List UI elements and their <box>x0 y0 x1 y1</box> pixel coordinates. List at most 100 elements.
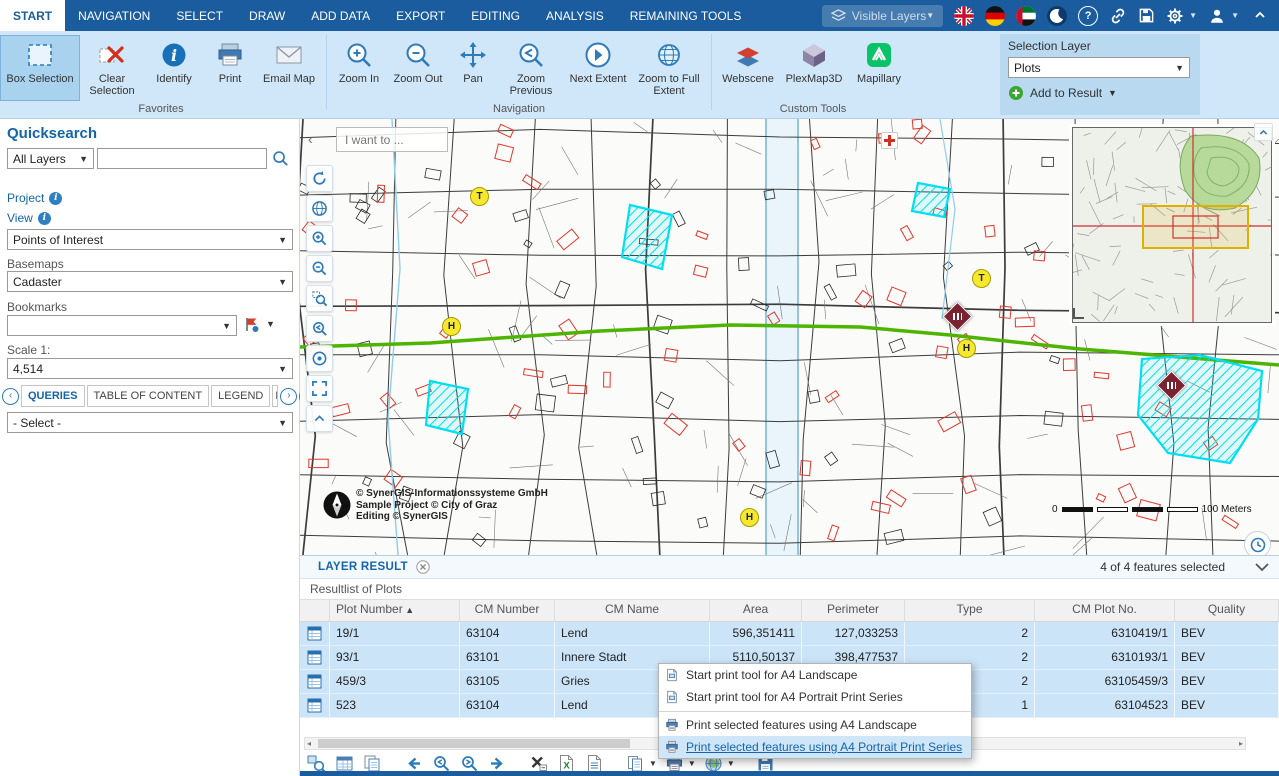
clear-selection-button[interactable]: Clear Selection <box>80 35 144 101</box>
tab-queries[interactable]: QUERIES <box>21 385 85 407</box>
chevron-down-icon[interactable]: ▼ <box>1231 11 1239 20</box>
query-select-dropdown[interactable]: - Select -▼ <box>7 412 293 433</box>
scrollbar-thumb[interactable] <box>318 739 630 748</box>
info-icon[interactable]: i <box>49 192 62 205</box>
zoom-back-button[interactable] <box>306 315 333 342</box>
tab-scroll-right-icon[interactable]: › <box>280 388 297 405</box>
next-extent-button[interactable]: Next Extent <box>565 35 631 101</box>
bookmarks-dropdown[interactable]: ▼ <box>7 315 237 336</box>
quicksearch-input[interactable] <box>97 148 267 169</box>
help-icon[interactable]: ? <box>1078 6 1098 26</box>
basemap-dropdown[interactable]: Cadaster▼ <box>7 271 293 292</box>
add-bookmark-icon[interactable] <box>243 316 260 333</box>
webscene-button[interactable]: Webscene <box>716 35 780 101</box>
column-header-cm-plot-no-[interactable]: CM Plot No. <box>1035 600 1175 621</box>
column-header-quality[interactable]: Quality <box>1175 600 1279 621</box>
context-menu-item[interactable]: Print selected features using A4 Portrai… <box>659 736 971 758</box>
default-tool-target-icon[interactable] <box>306 345 333 372</box>
menu-tab-remaining-tools[interactable]: REMAINING TOOLS <box>617 0 755 31</box>
overview-resize-handle[interactable] <box>1073 307 1085 319</box>
context-menu-item[interactable]: Print selected features using A4 Landsca… <box>659 714 971 736</box>
add-to-result-button[interactable]: Add to Result ▼ <box>1008 85 1192 101</box>
flag-uk-icon[interactable] <box>954 6 974 26</box>
panel-collapse-chevron-icon[interactable] <box>1254 123 1273 141</box>
collapse-panel-chevron-icon[interactable] <box>1255 563 1269 572</box>
bookmark-menu-caret-icon[interactable]: ▼ <box>266 319 275 329</box>
chevron-down-icon[interactable]: ▼ <box>649 759 657 768</box>
zoom-out-button[interactable]: Zoom Out <box>387 35 449 101</box>
tab-l[interactable]: L <box>272 385 278 407</box>
context-menu-item[interactable]: Start print tool for A4 Portrait Print S… <box>659 686 971 708</box>
i-want-to-search[interactable]: I want to ... <box>336 127 448 152</box>
tab-scroll-left-icon[interactable]: ‹ <box>2 388 19 405</box>
collapse-toolbar-chevron-icon[interactable] <box>306 405 333 432</box>
column-header-cm-name[interactable]: CM Name <box>555 600 710 621</box>
visible-layers-button[interactable]: Visible Layers ▼ <box>822 5 943 27</box>
poi-marker-h[interactable]: H <box>442 317 461 336</box>
identify-button[interactable]: i Identify <box>144 35 204 101</box>
menu-tab-draw[interactable]: DRAW <box>236 0 298 31</box>
globe-coordinates-button[interactable] <box>306 195 333 222</box>
flag-germany-icon[interactable] <box>985 6 1005 26</box>
tab-table-of-content[interactable]: TABLE OF CONTENT <box>87 385 210 407</box>
row-detail-form-icon[interactable] <box>300 670 330 693</box>
map-viewport[interactable]: ‹ I want to ... © SynerGIS-Informationss… <box>300 119 1279 555</box>
scale-dropdown[interactable]: 4,514▼ <box>7 358 293 379</box>
scroll-left-arrow-icon[interactable]: ◂ <box>307 738 311 749</box>
share-link-icon[interactable] <box>1109 7 1127 25</box>
time-slider-clock-icon[interactable] <box>1244 531 1271 555</box>
poi-marker-h[interactable]: H <box>957 339 976 358</box>
menu-tab-editing[interactable]: EDITING <box>458 0 533 31</box>
row-detail-form-icon[interactable] <box>300 694 330 717</box>
plexmap3d-button[interactable]: PlexMap3D <box>780 35 848 101</box>
poi-marker-t[interactable]: T <box>972 269 991 288</box>
info-icon[interactable]: i <box>38 212 51 225</box>
row-detail-form-icon[interactable] <box>300 622 330 645</box>
scroll-right-arrow-icon[interactable]: ▸ <box>1239 738 1243 749</box>
search-icon[interactable] <box>272 150 289 167</box>
pan-button[interactable]: Pan <box>449 35 497 101</box>
full-extent-arrows-icon[interactable] <box>306 375 333 402</box>
menu-tab-navigation[interactable]: NAVIGATION <box>65 0 163 31</box>
menu-tab-add-data[interactable]: ADD DATA <box>298 0 383 31</box>
column-header-perimeter[interactable]: Perimeter <box>802 600 905 621</box>
flag-uae-icon[interactable] <box>1016 6 1036 26</box>
poi-marker-t[interactable]: T <box>470 187 489 206</box>
print-button[interactable]: Print <box>204 35 256 101</box>
dark-mode-moon-icon[interactable] <box>1047 6 1067 26</box>
view-dropdown[interactable]: Points of Interest▼ <box>7 229 293 250</box>
table-row[interactable]: 19/163104Lend596,351411127,0332532631041… <box>300 622 1279 646</box>
chevron-down-icon[interactable]: ▼ <box>688 759 696 768</box>
selection-layer-dropdown[interactable]: Plots▼ <box>1008 57 1190 78</box>
view-link[interactable]: Viewi <box>7 211 51 225</box>
column-header-plot-number[interactable]: Plot Number ▲ <box>330 600 460 621</box>
map-zoom-out-button[interactable] <box>306 255 333 282</box>
column-header-cm-number[interactable]: CM Number <box>460 600 555 621</box>
chevron-down-icon[interactable]: ▼ <box>727 759 735 768</box>
map-zoom-in-button[interactable] <box>306 225 333 252</box>
menu-tab-export[interactable]: EXPORT <box>383 0 458 31</box>
column-header-type[interactable]: Type <box>905 600 1035 621</box>
row-detail-form-icon[interactable] <box>300 646 330 669</box>
refresh-map-button[interactable] <box>306 165 333 192</box>
layer-filter-dropdown[interactable]: All Layers▼ <box>7 148 94 169</box>
box-selection-button[interactable]: Box Selection <box>0 35 80 101</box>
zoom-in-button[interactable]: Zoom In <box>331 35 387 101</box>
menu-tab-start[interactable]: START <box>0 0 65 31</box>
save-session-icon[interactable] <box>1138 7 1155 24</box>
settings-gear-icon[interactable] <box>1166 7 1184 25</box>
context-menu-item[interactable]: Start print tool for A4 Landscape <box>659 664 971 686</box>
email-map-button[interactable]: Email Map <box>256 35 322 101</box>
menu-tab-select[interactable]: SELECT <box>163 0 236 31</box>
overview-map[interactable] <box>1072 127 1272 323</box>
sidebar-collapse-chevron-icon[interactable]: ‹ <box>308 131 313 147</box>
collapse-ribbon-chevron-icon[interactable] <box>1253 8 1267 22</box>
tab-legend[interactable]: LEGEND <box>211 385 270 407</box>
mapillary-button[interactable]: Mapillary <box>848 35 910 101</box>
zoom-previous-button[interactable]: Zoom Previous <box>497 35 565 101</box>
close-icon[interactable] <box>416 560 430 574</box>
poi-marker-h[interactable]: H <box>740 508 759 527</box>
menu-tab-analysis[interactable]: ANALYSIS <box>533 0 617 31</box>
project-link[interactable]: Projecti <box>7 191 62 205</box>
layer-result-tab[interactable]: LAYER RESULT <box>318 561 408 573</box>
